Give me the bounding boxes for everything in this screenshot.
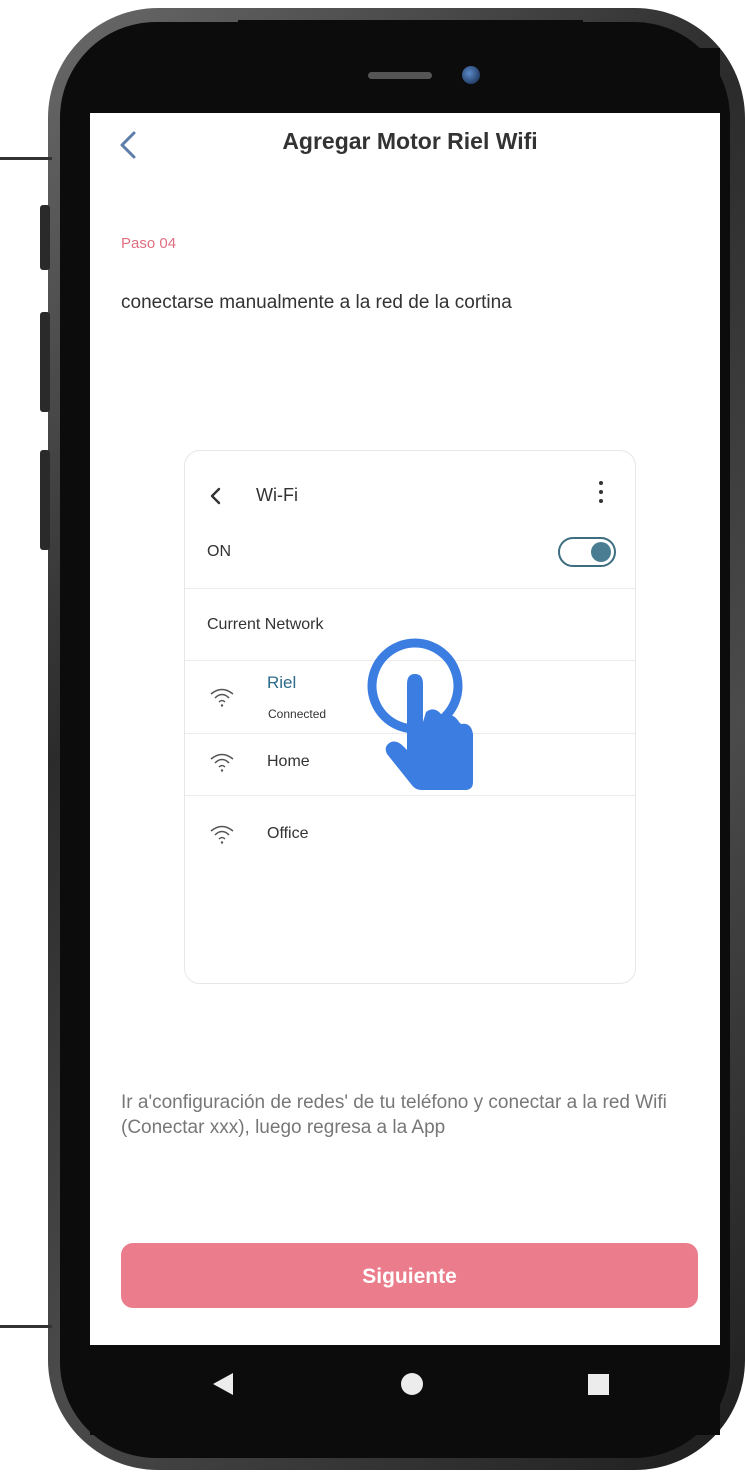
back-icon[interactable] (213, 1373, 233, 1395)
back-button[interactable] (112, 123, 146, 169)
phone-edge-line (0, 157, 52, 160)
network-name-office: Office (267, 825, 309, 842)
front-camera (462, 66, 480, 84)
divider (185, 588, 635, 589)
help-text: Ir a'configuración de redes' de tu teléf… (121, 1092, 667, 1138)
phone-side-button (40, 450, 50, 550)
network-name-riel: Riel (267, 673, 297, 692)
recents-icon[interactable] (588, 1374, 609, 1395)
network-status: Connected (268, 707, 327, 721)
wifi-icon (210, 688, 234, 707)
page-title: Agregar Motor Riel Wifi (282, 128, 538, 154)
home-icon[interactable] (401, 1373, 423, 1395)
next-button[interactable]: Siguiente (121, 1243, 698, 1308)
chevron-left-icon (210, 487, 221, 505)
phone-notch (238, 20, 583, 98)
wifi-toggle (558, 537, 616, 567)
chevron-left-icon (120, 131, 136, 159)
phone-edge-line (0, 1325, 52, 1328)
wifi-toggle-label: ON (207, 543, 231, 560)
tap-hand-icon (367, 638, 473, 790)
phone-side-button (40, 312, 50, 412)
toggle-knob (591, 542, 611, 562)
more-vert-icon (597, 481, 605, 511)
wifi-icon (210, 825, 234, 844)
wifi-screen-title: Wi-Fi (256, 485, 298, 505)
wifi-icon (210, 753, 234, 772)
network-name-home: Home (267, 753, 310, 770)
phone-side-button (40, 205, 50, 270)
current-network-label: Current Network (207, 616, 324, 633)
step-instruction: conectarse manualmente a la red de la co… (121, 292, 512, 313)
step-label: Paso 04 (121, 235, 177, 252)
speaker-grille (368, 72, 432, 79)
